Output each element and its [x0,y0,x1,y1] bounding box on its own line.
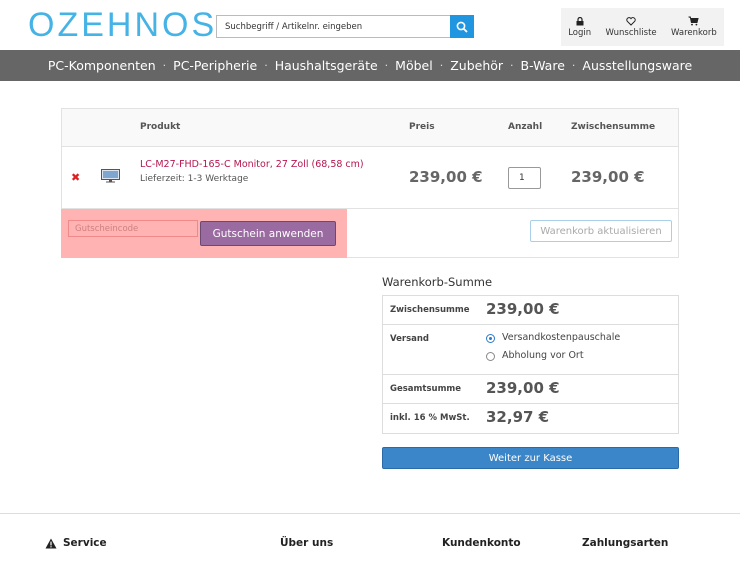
totals-row-total: Gesamtsumme 239,00 € [383,375,678,404]
shipping-option-pickup-label[interactable]: Abholung vor Ort [502,350,584,361]
subtotal-label: Zwischensumme [390,305,470,315]
footer-column-account: Kundenkonto [442,537,521,549]
nav-separator: · [264,59,268,72]
nav-separator: · [162,59,167,72]
footer-heading-service: Service [63,537,107,549]
update-cart-button[interactable]: Warenkorb aktualisieren [530,220,672,242]
column-header-product: Produkt [140,122,181,132]
proceed-to-checkout-button[interactable]: Weiter zur Kasse [382,447,679,469]
totals-row-shipping: Versand Versandkostenpauschale Abholung … [383,325,678,375]
subtotal-value: 239,00 € [486,300,560,318]
cart-actions: Gutschein anwenden Warenkorb aktualisier… [61,209,678,258]
quantity-input[interactable] [508,167,541,189]
login-label: Login [568,27,592,38]
nav-separator: · [510,59,514,72]
wishlist-label: Wunschliste [605,27,657,38]
footer-divider [0,513,740,514]
product-name-link[interactable]: LC-M27-FHD-165-C Monitor, 27 Zoll (68,58… [140,159,364,170]
main-nav: PC-Komponenten · PC-Peripherie · Haushal… [0,50,740,81]
column-header-quantity: Anzahl [508,122,543,132]
search-icon [456,21,468,33]
product-price: 239,00 € [409,168,483,186]
cart-item-row: ✖ LC-M27-FHD-165-C Monitor, 27 Zoll (68,… [62,147,678,209]
shipping-label: Versand [390,334,430,344]
footer-column-service: Service [45,537,107,549]
shipping-option-flat-radio[interactable] [486,334,495,343]
search-input[interactable] [217,16,451,37]
remove-item-icon[interactable]: ✖ [71,171,80,184]
product-delivery-time: Lieferzeit: 1-3 Werktage [140,174,249,184]
nav-item-ausstellungsware[interactable]: Ausstellungsware [582,58,692,73]
footer-heading-about: Über uns [280,537,334,549]
login-link[interactable]: Login [568,16,592,38]
user-nav: Login Wunschliste Warenkorb [561,8,724,46]
nav-separator: · [571,59,576,72]
coupon-area: Gutschein anwenden [61,209,347,258]
footer-heading-account: Kundenkonto [442,537,521,549]
tax-value: 32,97 € [486,408,550,426]
nav-item-pc-komponenten[interactable]: PC-Komponenten [48,58,156,73]
footer-column-about: Über uns [280,537,333,549]
totals-row-subtotal: Zwischensumme 239,00 € [383,296,678,325]
site-header: OZEHNOS Login Wunschliste [0,0,740,50]
warning-icon [45,538,57,548]
apply-coupon-button[interactable]: Gutschein anwenden [200,221,336,246]
search-button[interactable] [450,15,474,38]
cart-link[interactable]: Warenkorb [671,16,717,38]
coupon-code-input[interactable] [68,220,198,237]
totals-row-tax: inkl. 16 % MwSt. 32,97 € [383,404,678,434]
cart-table-header: Produkt Preis Anzahl Zwischensumme [62,109,678,147]
shipping-option-flat-label[interactable]: Versandkostenpauschale [502,332,620,343]
footer-column-payment: Zahlungsarten [582,537,668,549]
nav-item-haushaltsgeraete[interactable]: Haushaltsgeräte [275,58,378,73]
cart-totals-table: Zwischensumme 239,00 € Versand Versandko… [382,295,679,434]
nav-item-pc-peripherie[interactable]: PC-Peripherie [173,58,257,73]
cart-label: Warenkorb [671,28,717,38]
product-subtotal: 239,00 € [571,168,645,186]
total-label: Gesamtsumme [390,384,462,394]
nav-item-b-ware[interactable]: B-Ware [521,58,565,73]
nav-item-zubehoer[interactable]: Zubehör [450,58,503,73]
wishlist-link[interactable]: Wunschliste [605,16,657,38]
column-header-price: Preis [409,122,435,132]
heart-icon [626,16,636,26]
cart-icon [688,16,700,26]
lock-icon [576,16,584,25]
cart-totals-title: Warenkorb-Summe [382,275,493,289]
shipping-option-pickup-radio[interactable] [486,352,495,361]
nav-separator: · [439,59,444,72]
nav-item-moebel[interactable]: Möbel [395,58,433,73]
product-thumbnail[interactable] [101,169,120,183]
column-header-subtotal: Zwischensumme [571,122,656,132]
search-bar [216,15,474,38]
nav-separator: · [384,59,389,72]
total-value: 239,00 € [486,379,560,397]
footer-heading-payment: Zahlungsarten [582,537,669,549]
cart-table: Produkt Preis Anzahl Zwischensumme ✖ LC-… [61,108,679,258]
site-logo[interactable]: OZEHNOS [28,6,217,45]
tax-label: inkl. 16 % MwSt. [390,413,470,423]
